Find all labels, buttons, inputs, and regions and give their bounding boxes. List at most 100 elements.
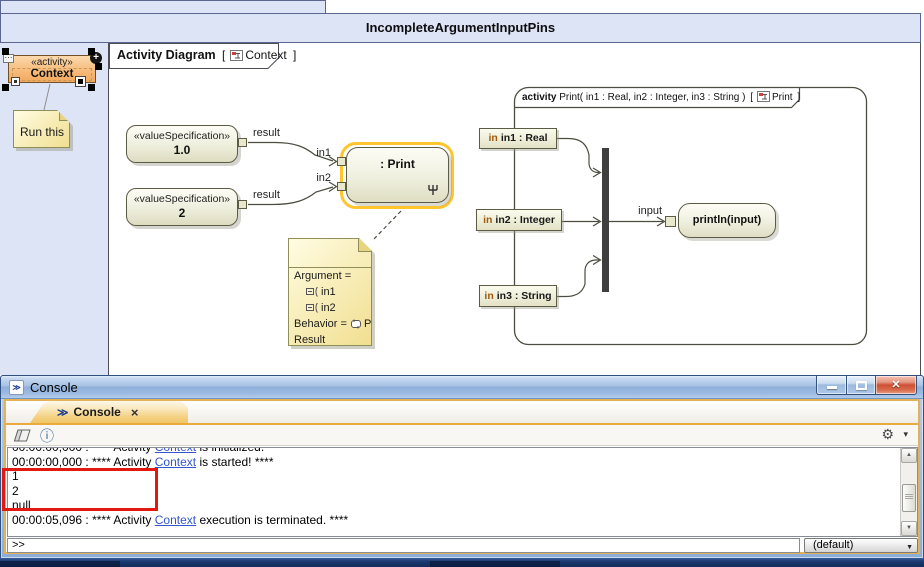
activity-frame-header[interactable]: activity Print( in1 : Real, in2 : Intege… [522,91,802,103]
minimize-icon [827,386,837,389]
console-window-icon: ≫ [9,380,24,395]
bracket-close: ] [797,92,800,103]
println-action-node[interactable]: println(input) [678,203,776,238]
in1-input-pin[interactable] [337,157,346,166]
print-diagram-icon [757,91,770,102]
run-this-note[interactable]: Run this [13,110,70,148]
context-link[interactable]: Context [155,455,196,469]
pin-icon [306,287,319,297]
println-input-pin[interactable] [665,216,676,227]
console-toolbar: ⓘ ⚙ ▾ [6,425,918,446]
in-keyword: in [483,214,492,226]
param-label: in3 : String [497,290,552,302]
scroll-up-button[interactable]: ▲ [901,448,917,463]
gear-icon[interactable]: ⚙ [881,426,894,443]
package-title: IncompleteArgumentInputPins [366,20,555,35]
gear-dropdown-icon[interactable]: ▾ [903,429,908,440]
param-node-in1[interactable]: in in1 : Real [479,128,557,149]
scrollbar-thumb[interactable] [902,484,916,512]
stereotype-label: «valueSpecification» [127,193,237,205]
smart-manipulator-icon[interactable] [11,77,20,86]
selection-handle[interactable] [95,63,102,70]
in-keyword: in [488,132,497,144]
dropdown-arrow-icon: ▼ [906,541,913,554]
diagram-context-ref[interactable]: Context [245,48,286,62]
diagram-frame-header[interactable]: Activity Diagram [Context ] [117,48,299,62]
filled-square-handle-icon[interactable] [75,76,86,87]
window-title: Console [30,376,78,399]
note-in2-line: in2 [306,302,336,314]
scroll-up-icon: ▲ [906,452,912,458]
behavior-icon [350,319,362,329]
param-node-in3[interactable]: in in3 : String [479,285,557,307]
bracket-open: [ [750,92,753,103]
activity-diagram-panel: Activity Diagram [Context ] «valueSpecif… [108,43,921,375]
console-tab-strip: ≫ Console × [6,401,918,423]
note-in1-line: in1 [306,286,336,298]
close-button[interactable]: ✕ [875,376,917,395]
tab-label: Console [74,405,121,419]
result-output-pin[interactable] [238,200,247,209]
note-divider [289,267,371,268]
info-icon[interactable]: ⓘ [40,426,54,446]
close-icon: ✕ [876,376,916,394]
language-dropdown[interactable]: (default) ▼ [804,538,918,553]
highlight-annotation [2,468,158,511]
run-note-text: Run this [20,125,64,139]
context-diagram-icon [230,50,243,61]
more-handle-icon[interactable]: ⋯ [3,54,14,63]
diagram-print-ref[interactable]: Print [772,92,793,103]
activity-signature: Print( in1 : Real, in2 : Integer, in3 : … [559,92,745,103]
context-stereotype: «activity» [9,57,95,68]
context-link[interactable]: Context [155,447,196,454]
command-input[interactable]: >> [7,538,800,553]
param-label: in2 : Integer [495,214,555,226]
clear-console-icon[interactable] [14,429,31,442]
minimize-button[interactable] [816,376,847,395]
param-label: in1 : Real [501,132,548,144]
note-fold-icon [358,239,371,252]
action-name: println(input) [679,204,775,237]
note-result-line: Result [294,334,325,346]
taskbar-edge [0,558,924,567]
rake-icon [427,185,439,196]
prompt-text: >> [12,539,25,551]
diagram-canvas-background [0,43,108,375]
diagram-type-label: Activity Diagram [117,48,216,62]
note-fold-icon [59,111,69,121]
pin-icon [306,303,319,313]
param-node-in2[interactable]: inin2 : Integer [476,209,562,231]
scroll-down-button[interactable]: ▼ [901,521,917,536]
thumb-grip-icon [905,494,913,499]
result-output-pin[interactable] [238,138,247,147]
print-action-node[interactable]: : Print [346,147,449,203]
package-tab [0,0,326,14]
selection-handle[interactable] [88,48,95,55]
selection-handle[interactable] [2,84,9,91]
in-keyword: in [484,290,493,302]
package-title-bar: IncompleteArgumentInputPins [0,13,921,43]
pin-label: result [253,127,280,139]
value-spec-2-node[interactable]: «valueSpecification» 2 [126,188,238,226]
selection-handle[interactable] [88,84,95,91]
activity-context-element[interactable]: «activity» Context ⋯ + [8,55,96,83]
console-title-bar[interactable]: ≫ Console ✕ [1,376,923,399]
tab-close-icon[interactable]: × [131,405,139,420]
edge-label-input: input [612,205,662,217]
console-prompt-icon: ≫ [57,406,69,419]
restore-icon [856,381,867,390]
vertical-scrollbar[interactable]: ▲ ▼ [900,448,917,536]
argument-note[interactable]: Argument = in1 in2 Behavior = Print Resu… [288,238,372,346]
note-argument-line: Argument = [294,270,351,282]
context-link[interactable]: Context [155,513,196,527]
tab-console[interactable]: ≫ Console × [30,401,188,423]
edge-label-in2: in2 [305,172,331,184]
console-line: 00:00:00,000 : **** Activity Context is … [12,455,899,470]
activity-keyword: activity [522,92,556,103]
in2-input-pin[interactable] [337,182,346,191]
value-spec-1-node[interactable]: «valueSpecification» 1.0 [126,125,238,163]
selection-handle[interactable] [2,48,9,55]
action-name: : Print [347,157,448,171]
node-name: 1.0 [127,143,237,157]
restore-button[interactable] [846,376,876,395]
